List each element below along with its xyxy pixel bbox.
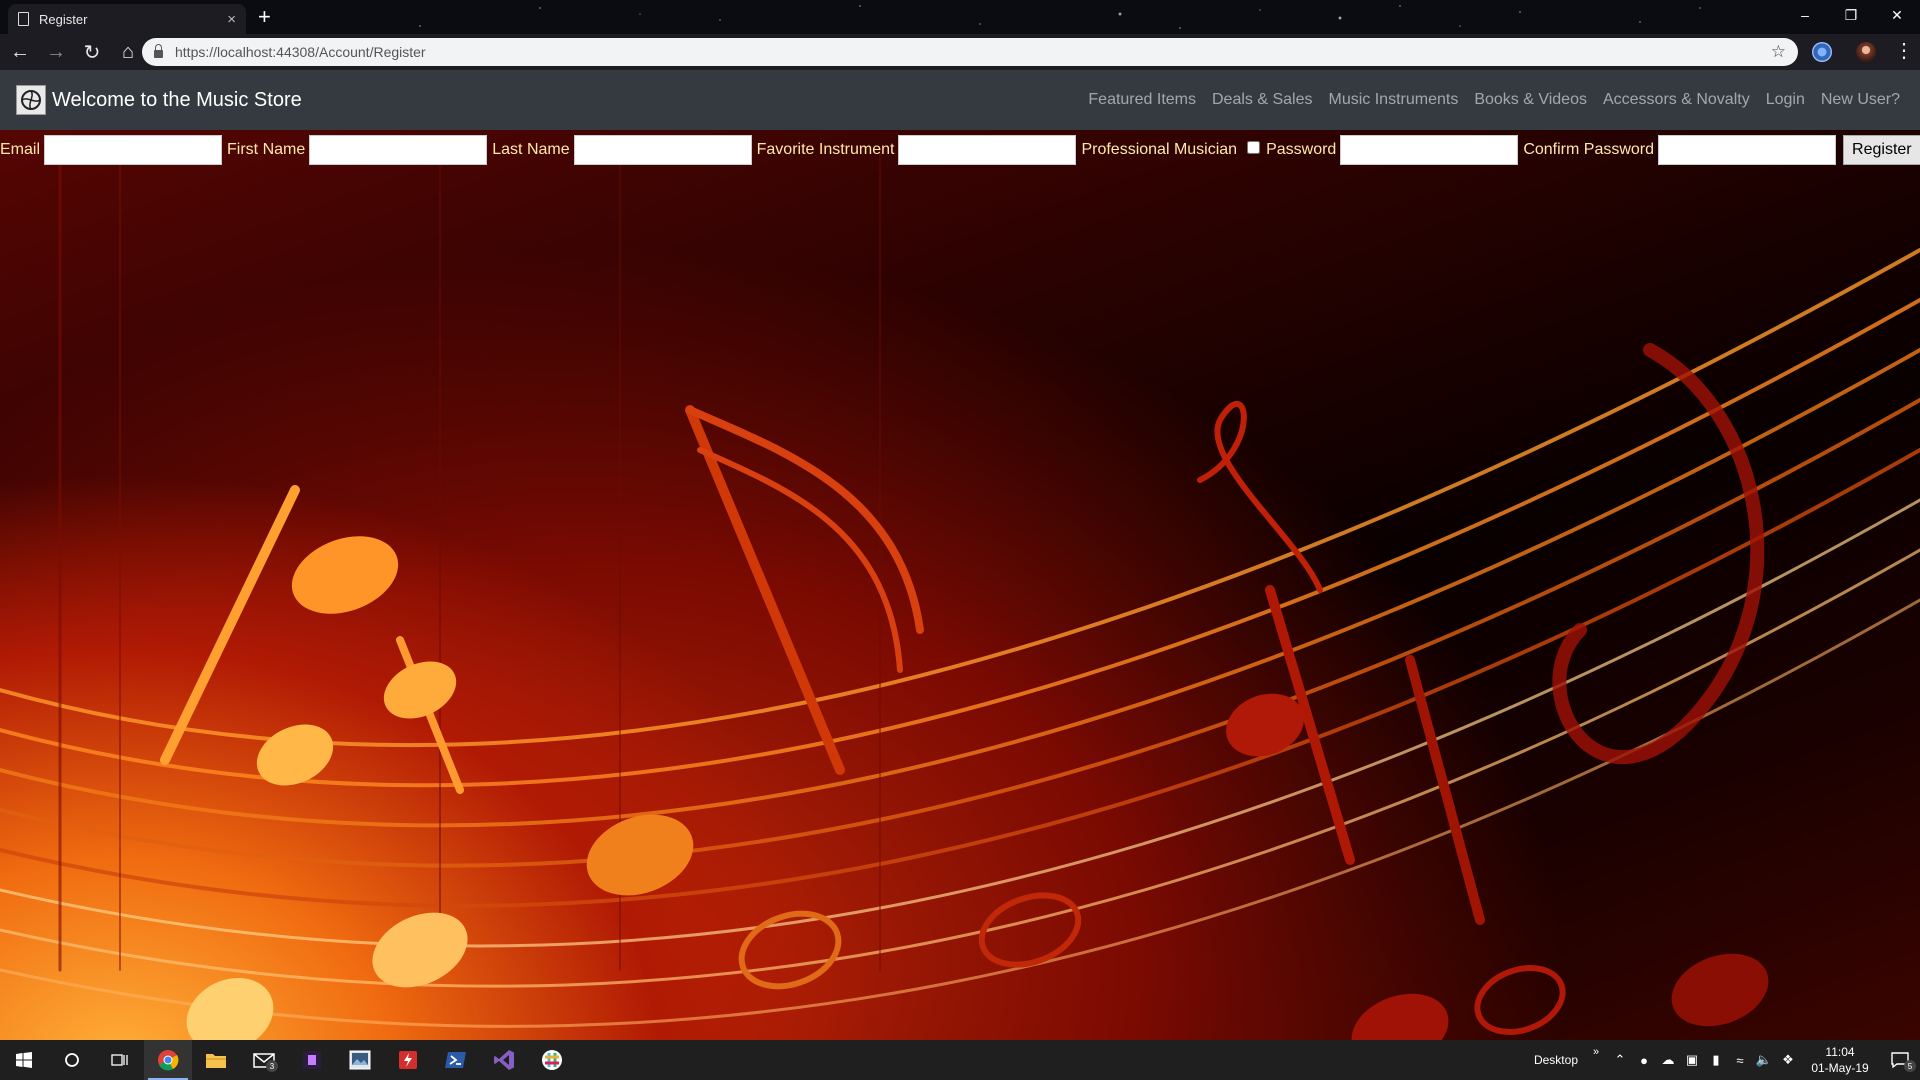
nav-deals-sales[interactable]: Deals & Sales xyxy=(1204,91,1321,109)
windows-start-icon[interactable] xyxy=(0,1040,48,1080)
professional-musician-checkbox[interactable] xyxy=(1247,140,1261,154)
search-icon[interactable] xyxy=(48,1040,96,1080)
page-icon xyxy=(18,12,29,26)
tab-title: Register xyxy=(39,11,88,27)
password-field[interactable] xyxy=(1340,135,1519,165)
nav-new-user[interactable]: New User? xyxy=(1813,91,1908,109)
toolbar-expand-icon[interactable]: » xyxy=(1584,1032,1608,1072)
app-tray-icon[interactable]: ▣ xyxy=(1680,1040,1704,1080)
browser-menu-icon[interactable]: ⋮ xyxy=(1894,40,1914,62)
reload-icon[interactable]: ↻ xyxy=(76,36,108,68)
favorite-instrument-field[interactable] xyxy=(898,135,1077,165)
nav-login[interactable]: Login xyxy=(1758,91,1813,109)
home-icon[interactable]: ⌂ xyxy=(112,36,144,68)
address-bar[interactable]: https://localhost:44308/Account/Register… xyxy=(142,38,1798,66)
first-name-label: First Name xyxy=(227,141,306,158)
task-view-icon[interactable] xyxy=(96,1040,144,1080)
nav-featured-items[interactable]: Featured Items xyxy=(1080,91,1204,109)
music-store-logo-icon xyxy=(16,85,46,115)
network-drive-icon[interactable]: ● xyxy=(1632,1040,1656,1080)
slack-icon[interactable] xyxy=(528,1040,576,1080)
clock-date: 01-May-19 xyxy=(1811,1061,1869,1075)
battery-icon[interactable]: ▮ xyxy=(1704,1040,1728,1080)
first-name-field[interactable] xyxy=(309,135,488,165)
page-body: Welcome to the Music Store Featured Item… xyxy=(0,70,1920,1040)
nav-accessors-novalty[interactable]: Accessors & Novalty xyxy=(1595,91,1758,109)
volume-muted-icon[interactable]: 🔈 xyxy=(1752,1040,1776,1080)
favorite-instrument-label: Favorite Instrument xyxy=(756,141,895,158)
confirm-password-field[interactable] xyxy=(1658,135,1837,165)
profile-avatar-icon[interactable] xyxy=(1856,42,1876,62)
window-controls: – ❐ ✕ xyxy=(1782,2,1920,28)
brand-link[interactable]: Welcome to the Music Store xyxy=(16,85,302,115)
site-title: Welcome to the Music Store xyxy=(52,88,302,111)
taskbar: 3 Desktop » ⌃ ● ☁ ▣ ▮ ≈ 🔈 ❖ 11:04 01-May… xyxy=(0,1040,1920,1080)
chrome-icon[interactable] xyxy=(144,1040,192,1080)
register-form: Email First Name Last Name Favorite Inst… xyxy=(0,134,1920,166)
notification-center-icon[interactable]: 5 xyxy=(1880,1040,1920,1080)
browser-tab[interactable]: Register × xyxy=(8,4,246,34)
extension-icon[interactable] xyxy=(1812,42,1832,62)
show-hidden-icons-chevron-icon[interactable]: ⌃ xyxy=(1608,1040,1632,1080)
music-notes-background xyxy=(0,148,1920,1040)
browser-toolbar: ← → ↻ ⌂ https://localhost:44308/Account/… xyxy=(0,34,1920,70)
clock-time: 11:04 xyxy=(1825,1045,1855,1059)
minimize-icon[interactable]: – xyxy=(1782,2,1828,28)
email-field[interactable] xyxy=(44,135,223,165)
powershell-icon[interactable] xyxy=(432,1040,480,1080)
desktop-toolbar-label[interactable]: Desktop xyxy=(1534,1053,1578,1067)
visual-studio-extension-icon[interactable] xyxy=(288,1040,336,1080)
bookmark-star-icon[interactable]: ☆ xyxy=(1771,42,1786,62)
close-window-icon[interactable]: ✕ xyxy=(1874,2,1920,28)
last-name-field[interactable] xyxy=(573,135,752,165)
close-tab-icon[interactable]: × xyxy=(227,11,236,28)
url-text[interactable]: https://localhost:44308/Account/Register xyxy=(175,44,1771,60)
clock[interactable]: 11:04 01-May-19 xyxy=(1800,1044,1880,1076)
professional-musician-label: Professional Musician xyxy=(1081,141,1238,158)
nav-books-videos[interactable]: Books & Videos xyxy=(1466,91,1595,109)
notification-badge: 5 xyxy=(1904,1060,1916,1072)
new-tab-button[interactable]: + xyxy=(258,4,271,30)
dropbox-icon[interactable]: ❖ xyxy=(1776,1040,1800,1080)
site-navbar: Welcome to the Music Store Featured Item… xyxy=(0,70,1920,130)
last-name-label: Last Name xyxy=(492,141,570,158)
onedrive-cloud-icon[interactable]: ☁ xyxy=(1656,1040,1680,1080)
email-label: Email xyxy=(0,141,41,158)
lock-icon xyxy=(154,44,163,58)
nav-music-instruments[interactable]: Music Instruments xyxy=(1321,91,1467,109)
flash-app-icon[interactable] xyxy=(384,1040,432,1080)
password-label: Password xyxy=(1266,141,1337,158)
browser-tab-bar: Register × + – ❐ ✕ xyxy=(0,0,1920,34)
restore-icon[interactable]: ❐ xyxy=(1828,2,1874,28)
forward-icon[interactable]: → xyxy=(40,36,72,68)
back-icon[interactable]: ← xyxy=(4,36,36,68)
confirm-password-label: Confirm Password xyxy=(1523,141,1655,158)
mail-badge: 3 xyxy=(266,1060,278,1072)
file-explorer-icon[interactable] xyxy=(192,1040,240,1080)
image-viewer-icon[interactable] xyxy=(336,1040,384,1080)
mail-icon[interactable]: 3 xyxy=(240,1040,288,1080)
system-tray: Desktop » ⌃ ● ☁ ▣ ▮ ≈ 🔈 ❖ 11:04 01-May-1… xyxy=(1534,1040,1920,1080)
wifi-icon[interactable]: ≈ xyxy=(1728,1040,1752,1080)
visual-studio-icon[interactable] xyxy=(480,1040,528,1080)
main-nav: Featured Items Deals & Sales Music Instr… xyxy=(1080,91,1908,109)
register-button[interactable]: Register xyxy=(1843,135,1920,165)
